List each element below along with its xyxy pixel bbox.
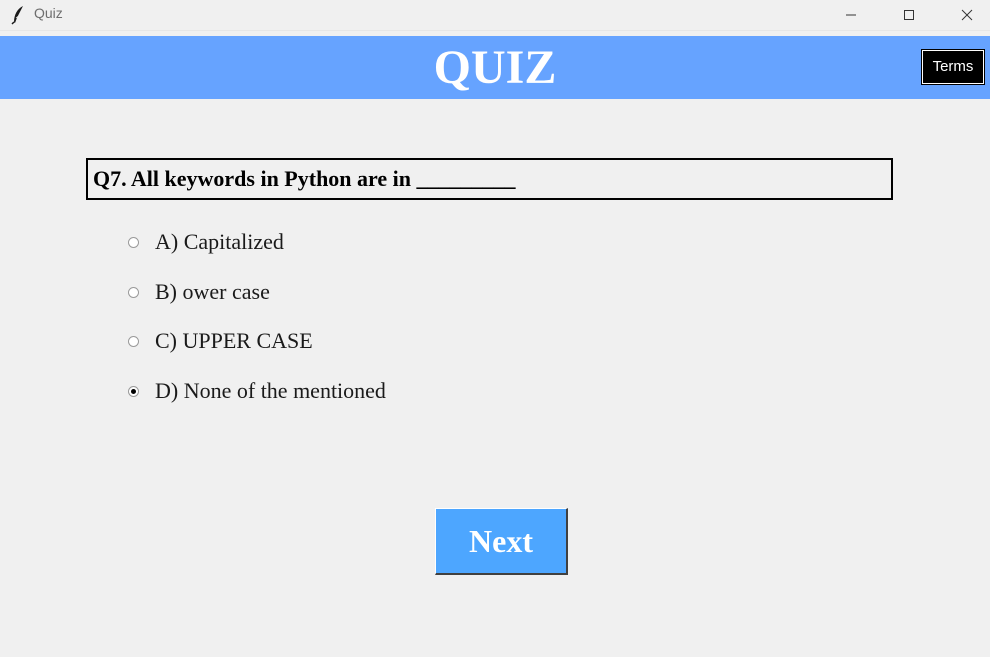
option-b-radio[interactable]	[128, 286, 139, 298]
option-d-label: D) None of the mentioned	[155, 378, 386, 403]
maximize-button[interactable]	[886, 0, 932, 30]
quiz-header: QUIZ Terms	[0, 36, 990, 99]
page-title: QUIZ	[433, 41, 557, 94]
option-c-label: C) UPPER CASE	[155, 328, 313, 353]
terms-button[interactable]: Terms	[921, 49, 985, 85]
option-a[interactable]: A) Capitalized	[128, 228, 284, 256]
option-b-label: B) ower case	[155, 279, 270, 304]
question-box: Q7. All keywords in Python are in ______…	[86, 158, 893, 200]
option-c[interactable]: C) UPPER CASE	[128, 327, 313, 355]
window-title: Quiz	[34, 5, 63, 21]
next-button[interactable]: Next	[435, 508, 568, 575]
close-button[interactable]	[944, 0, 990, 30]
option-b[interactable]: B) ower case	[128, 278, 270, 306]
question-text: Q7. All keywords in Python are in ______…	[93, 166, 516, 191]
maximize-icon	[904, 10, 914, 20]
option-c-radio[interactable]	[128, 335, 139, 347]
option-d-radio[interactable]	[128, 385, 139, 397]
option-a-radio[interactable]	[128, 236, 139, 248]
feather-icon	[11, 6, 23, 25]
option-a-label: A) Capitalized	[155, 229, 284, 254]
minimize-button[interactable]	[828, 0, 874, 30]
window-titlebar: Quiz	[0, 0, 990, 31]
close-icon	[961, 9, 973, 21]
minimize-icon	[846, 14, 856, 16]
option-d[interactable]: D) None of the mentioned	[128, 377, 386, 405]
